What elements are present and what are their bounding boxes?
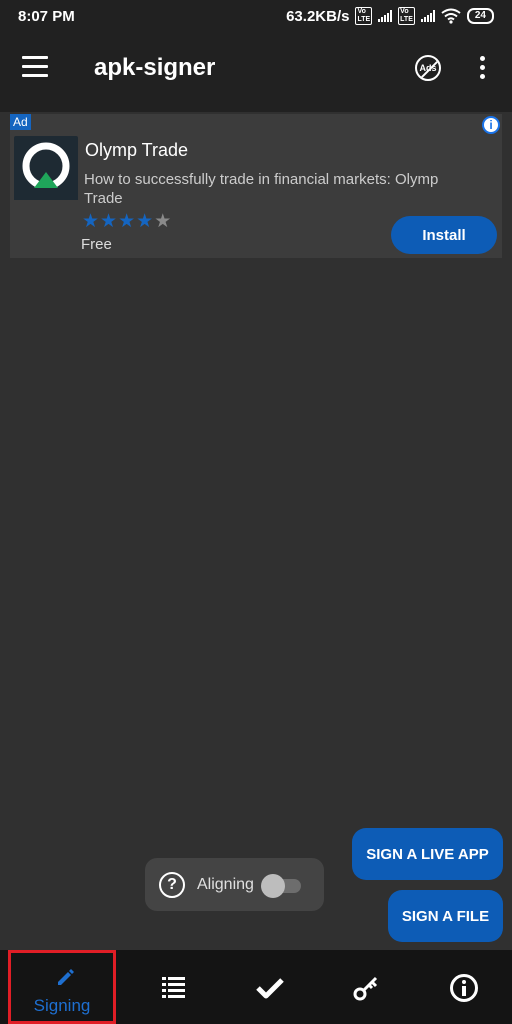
advertiser-logo[interactable]: [14, 136, 78, 200]
help-icon[interactable]: ?: [159, 872, 185, 898]
ad-info-icon[interactable]: i: [482, 116, 500, 134]
app-title: apk-signer: [94, 54, 216, 81]
more-vert-icon[interactable]: [478, 56, 488, 82]
key-icon: [353, 976, 378, 1001]
olymp-logo-icon: [14, 142, 78, 200]
aligning-toggle-panel: ? Aligning: [145, 858, 324, 911]
sign-live-app-button[interactable]: SIGN A LIVE APP: [352, 828, 503, 880]
check-icon: [256, 978, 284, 999]
aligning-label: Aligning: [197, 876, 254, 893]
star-icon: ★: [82, 211, 100, 232]
sign-file-button[interactable]: SIGN A FILE: [388, 890, 503, 942]
ad-title[interactable]: Olymp Trade: [85, 140, 188, 161]
nav-item-signing[interactable]: Signing: [8, 950, 116, 1024]
nav-label-signing: Signing: [33, 996, 91, 1015]
list-icon: [162, 977, 185, 998]
signal-icon: [378, 10, 393, 22]
bottom-navigation: Signing: [0, 950, 512, 1024]
ad-price: Free: [81, 236, 112, 253]
network-speed: 63.2KB/s: [286, 7, 350, 25]
ad-badge: Ad: [10, 114, 31, 130]
nav-item-list[interactable]: [152, 950, 196, 1024]
info-icon: [450, 974, 478, 1002]
star-icon: ★: [118, 211, 136, 232]
rating-stars: ★ ★ ★ ★ ★: [82, 212, 171, 232]
nav-item-verify[interactable]: [248, 950, 292, 1024]
status-time: 8:07 PM: [18, 7, 75, 25]
signal-icon: [420, 10, 435, 22]
volte-badge: Vo LTE: [355, 7, 373, 25]
status-bar: 8:07 PM 63.2KB/s Vo LTE Vo LTE 24: [0, 0, 512, 32]
star-icon: ★: [136, 211, 154, 232]
status-icons: 63.2KB/s Vo LTE Vo LTE 24: [286, 7, 494, 25]
star-icon: ★: [154, 211, 172, 232]
switch-thumb: [261, 874, 285, 898]
ad-banner[interactable]: Ad i Olymp Trade How to successfully tra…: [10, 114, 502, 258]
app-bar: apk-signer Ads: [0, 32, 512, 112]
remove-ads-icon[interactable]: Ads: [415, 55, 441, 81]
nav-item-about[interactable]: [440, 950, 488, 1024]
battery-icon: 24: [466, 8, 494, 24]
menu-icon[interactable]: [22, 56, 50, 80]
ads-label: Ads: [419, 63, 437, 73]
aligning-switch[interactable]: [261, 874, 303, 898]
pencil-icon: [58, 969, 74, 985]
install-button[interactable]: Install: [391, 216, 497, 254]
volte-badge: Vo LTE: [398, 7, 415, 25]
nav-item-keys[interactable]: [344, 950, 388, 1024]
star-icon: ★: [100, 211, 118, 232]
ad-description: How to successfully trade in financial m…: [84, 171, 439, 207]
wifi-icon: [441, 8, 461, 24]
